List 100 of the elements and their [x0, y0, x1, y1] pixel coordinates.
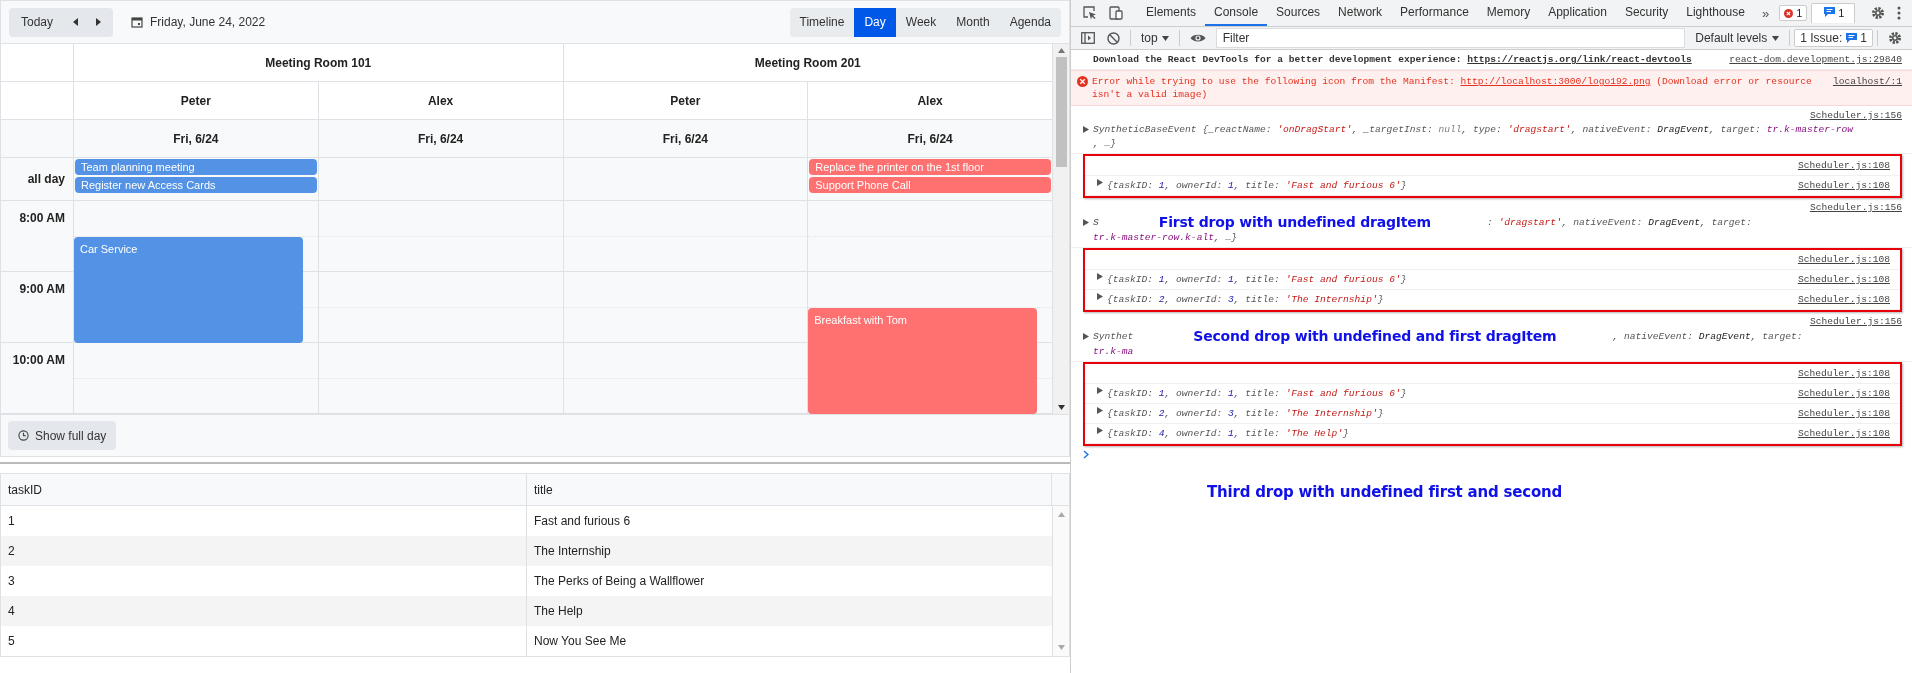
time-label: 8:00 AM [19, 211, 65, 225]
scroll-up-icon[interactable] [1057, 48, 1065, 53]
log-object[interactable]: SyntheticBaseEvent {_reactName: 'onDragStart', _targetInst: null, type: 'dragstart', nativeEvent: DragEvent, target: tr.k-master-row [1093, 122, 1853, 136]
log-object[interactable]: , …} [1093, 136, 1117, 150]
time-label: 10:00 AM [12, 353, 65, 367]
expand-icon[interactable] [1083, 125, 1089, 133]
log-object[interactable]: tr.k-master-row.k-alt, …} [1093, 230, 1237, 244]
log-object[interactable]: Synthet [1093, 329, 1134, 343]
filter-field[interactable]: Filter [1215, 28, 1686, 48]
table-cell-text: Fast and furious 6 [533, 513, 632, 530]
issues-button[interactable]: 1 Issue: 1 [1794, 29, 1873, 47]
url-link[interactable]: https://reactjs.org/link/react-devtools [1467, 54, 1692, 65]
source-link[interactable]: Scheduler.js:156 [1797, 315, 1902, 328]
expand-icon[interactable] [1097, 427, 1103, 434]
devtools-tab[interactable]: Network [1329, 0, 1392, 26]
expand-icon[interactable] [1083, 218, 1089, 226]
column-header[interactable]: taskID [1, 474, 527, 505]
view-tab[interactable]: Agenda [999, 7, 1061, 37]
expand-icon[interactable] [1097, 179, 1103, 186]
source-link[interactable]: Scheduler.js:108 [1785, 179, 1890, 192]
eye-icon[interactable] [1189, 33, 1206, 43]
source-link[interactable]: Scheduler.js:108 [1785, 253, 1890, 266]
room-header: Meeting Room 101 [74, 44, 564, 81]
log-object[interactable]: tr.k-ma [1093, 344, 1134, 358]
table-cell-text: The Perks of Being a Wallflower [533, 573, 706, 590]
log-object[interactable]: {taskID: 2, ownerId: 3, title: 'The Internship'} [1107, 407, 1384, 420]
log-object[interactable]: , nativeEvent: DragEvent, target: [1612, 329, 1803, 343]
devtools-tab[interactable]: Lighthouse [1677, 0, 1754, 26]
context-dropdown[interactable]: top [1135, 31, 1175, 45]
caret-icon [1772, 35, 1780, 41]
log-object[interactable]: {taskID: 1, ownerId: 1, title: 'Fast and furious 6'} [1107, 179, 1407, 192]
error-icon [1077, 76, 1088, 87]
error-message: Error while trying to use the following icon from the Manifest: http://localhost:3000/logo192.png (Download error or resource isn't a valid image) [1092, 75, 1813, 101]
log-levels-dropdown[interactable]: Default levels [1689, 31, 1786, 45]
expand-icon[interactable] [1097, 407, 1103, 414]
source-link[interactable]: Scheduler.js:108 [1785, 367, 1890, 380]
source-link[interactable]: Scheduler.js:156 [1797, 201, 1902, 214]
view-tab[interactable]: Day [854, 7, 896, 37]
table-cell: 4 [1, 596, 527, 626]
annotation-label: Second drop with undefined and first dragItem [1193, 328, 1557, 344]
source-link[interactable]: Scheduler.js:108 [1785, 427, 1890, 440]
view-tab[interactable]: Week [895, 7, 947, 37]
view-tab[interactable]: Month [946, 7, 1000, 37]
devtools-tab[interactable]: Sources [1267, 0, 1330, 26]
devtools-tab[interactable]: Elements [1137, 0, 1206, 26]
sidebar-icon[interactable] [1081, 32, 1095, 44]
log-object[interactable]: {taskID: 1, ownerId: 1, title: 'Fast and furious 6'} [1107, 273, 1407, 286]
settings-icon[interactable] [1888, 31, 1902, 45]
scroll-down-icon[interactable] [1057, 405, 1065, 410]
table-cell-text: The Help [533, 603, 584, 620]
source-link[interactable]: Scheduler.js:108 [1785, 387, 1890, 400]
source-link[interactable]: Scheduler.js:108 [1785, 407, 1890, 420]
error-count-badge[interactable]: 1 [1779, 5, 1808, 21]
caret-icon [1161, 35, 1169, 41]
table-cell: 5 [1, 626, 527, 656]
source-link[interactable]: Scheduler.js:108 [1785, 273, 1890, 286]
message-icon [1846, 33, 1858, 43]
devtools-tab[interactable]: Application [1539, 0, 1616, 26]
date-header: Fri, 6/24 [318, 120, 564, 157]
log-object[interactable]: {taskID: 2, ownerId: 3, title: 'The Internship'} [1107, 293, 1384, 306]
devtools-tab[interactable]: Memory [1477, 0, 1540, 26]
source-link[interactable]: react-dom.development.js:29840 [1717, 53, 1902, 66]
prompt-icon[interactable] [1083, 450, 1089, 459]
clear-console-icon[interactable] [1107, 31, 1120, 45]
more-options-icon[interactable] [1897, 6, 1902, 20]
view-tab[interactable]: Timeline [789, 7, 855, 37]
calendar-icon[interactable] [131, 16, 144, 28]
expand-icon[interactable] [1083, 332, 1089, 340]
inspect-icon[interactable] [1083, 6, 1097, 20]
source-link[interactable]: Scheduler.js:108 [1785, 293, 1890, 306]
url-link[interactable]: http://localhost:3000/logo192.png [1460, 76, 1651, 87]
time-label: 9:00 AM [19, 282, 65, 296]
source-link[interactable]: localhost/:1 [1820, 75, 1902, 88]
date-header: Fri, 6/24 [563, 120, 809, 157]
log-object[interactable]: {taskID: 4, ownerId: 1, title: 'The Help'} [1107, 427, 1349, 440]
devtools-tab[interactable]: Performance [1391, 0, 1478, 26]
table-cell: 2 [1, 536, 527, 566]
date-header: Fri, 6/24 [74, 120, 319, 157]
expand-icon[interactable] [1097, 273, 1103, 280]
scrollbar[interactable] [1053, 44, 1069, 414]
annotation-label: First drop with undefined dragItem [1158, 214, 1431, 230]
person-header: Peter [563, 82, 809, 119]
log-object[interactable]: : 'dragstart', nativeEvent: DragEvent, target: [1486, 215, 1752, 229]
show-full-day-button[interactable]: Show full day [8, 421, 117, 450]
table-cell-text: The Internship [533, 543, 612, 560]
source-link[interactable]: Scheduler.js:156 [1797, 109, 1902, 122]
more-tabs-button[interactable]: » [1753, 5, 1778, 21]
settings-icon[interactable] [1871, 6, 1886, 20]
message-count-badge[interactable]: 1 [1811, 2, 1856, 24]
devtools-tab[interactable]: Security [1615, 0, 1678, 26]
log-object[interactable]: {taskID: 1, ownerId: 1, title: 'Fast and furious 6'} [1107, 387, 1407, 400]
date-label[interactable]: Friday, June 24, 2022 [150, 15, 266, 29]
device-icon[interactable] [1109, 6, 1123, 20]
expand-icon[interactable] [1097, 387, 1103, 394]
annotation-label: Third drop with undefined first and second [1207, 483, 1563, 501]
source-link[interactable]: Scheduler.js:108 [1785, 159, 1890, 172]
expand-icon[interactable] [1097, 293, 1103, 300]
log-object[interactable]: S [1093, 215, 1099, 229]
column-header[interactable]: title [527, 474, 1051, 505]
scrollbar-thumb[interactable] [1055, 57, 1067, 167]
